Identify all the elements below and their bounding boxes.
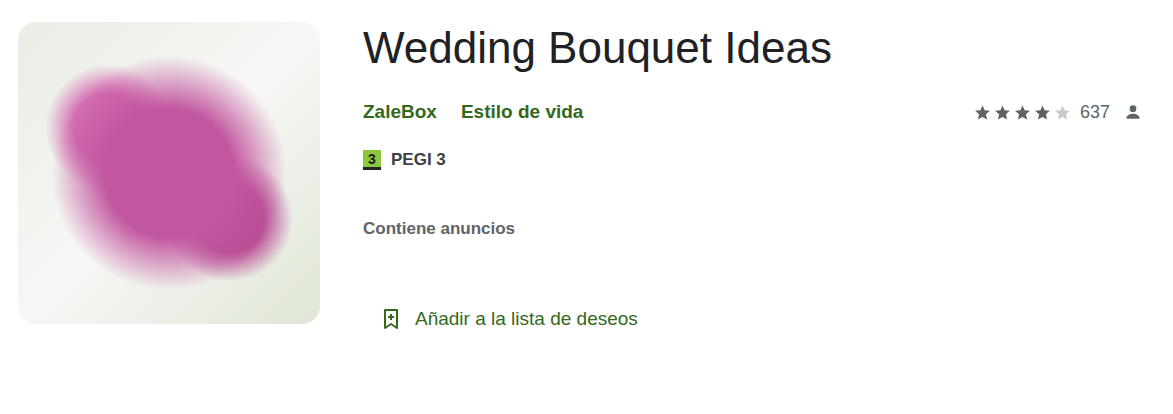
- app-info: Wedding Bouquet Ideas ZaleBox Estilo de vi…: [363, 22, 1143, 332]
- person-icon: [1123, 102, 1143, 122]
- bookmark-add-icon: [379, 306, 403, 332]
- age-rating: 3 PEGI 3: [363, 148, 1143, 172]
- links: ZaleBox Estilo de vida: [363, 101, 583, 123]
- app-icon-image: [18, 22, 320, 324]
- meta-row: ZaleBox Estilo de vida 637: [363, 100, 1143, 124]
- pegi-label: PEGI 3: [391, 150, 446, 170]
- star-icon: [1034, 104, 1051, 121]
- star-icon: [994, 104, 1011, 121]
- star-icon: [974, 104, 991, 121]
- rating-count: 637: [1080, 102, 1110, 123]
- ads-notice: Contiene anuncios: [363, 217, 1143, 241]
- star-icon: [1054, 104, 1071, 121]
- pegi-badge: 3: [363, 150, 381, 170]
- app-listing: Wedding Bouquet Ideas ZaleBox Estilo de vi…: [0, 0, 1173, 414]
- developer-link[interactable]: ZaleBox: [363, 101, 437, 123]
- app-title: Wedding Bouquet Ideas: [363, 22, 1143, 74]
- wishlist-label: Añadir a la lista de deseos: [415, 308, 638, 330]
- wishlist-button[interactable]: Añadir a la lista de deseos: [379, 306, 1143, 332]
- star-icon: [1014, 104, 1031, 121]
- category-link[interactable]: Estilo de vida: [461, 101, 583, 123]
- rating: 637: [974, 102, 1143, 123]
